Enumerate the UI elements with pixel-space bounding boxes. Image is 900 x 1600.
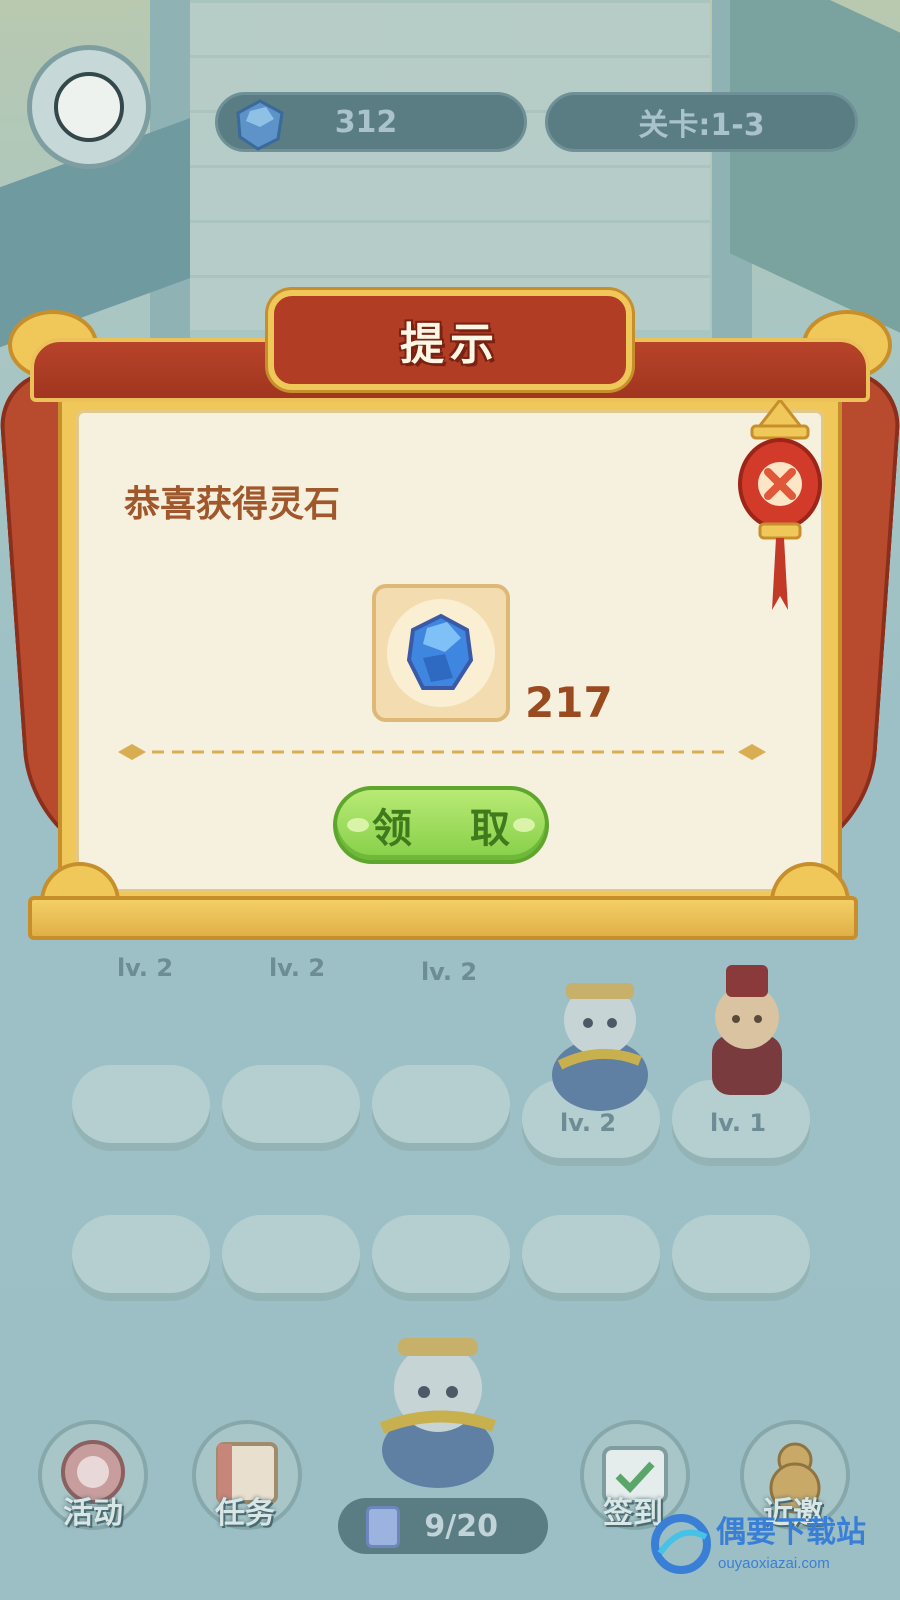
cat-guard-character[interactable] [692,955,802,1105]
avatar-face-icon [54,72,124,142]
card-icon [366,1506,400,1548]
leaf-decoration [513,818,535,832]
merge-slot[interactable] [372,1215,510,1293]
merge-slot[interactable] [222,1065,360,1143]
ornamental-divider [118,744,766,760]
stone-wall [190,0,710,330]
progress-text: 9/20 [424,1508,498,1544]
player-avatar[interactable] [27,45,151,169]
spirit-stone-icon [406,613,474,690]
site-watermark: 偶要下载站 ouyaoxiazai.com [650,1505,890,1585]
cat-official-character[interactable] [540,965,660,1115]
watermark-url: ouyaoxiazai.com [718,1555,830,1572]
merge-slot[interactable] [522,1215,660,1293]
merge-slot[interactable] [372,1065,510,1143]
merge-slot[interactable] [222,1215,360,1293]
level-indicator: 关卡:1-3 [545,92,858,152]
watermark-title: 偶要下载站 [716,1515,866,1550]
activity-label: 活动 [63,1496,123,1531]
watermark-logo-icon [651,1514,711,1574]
merge-slot[interactable] [72,1065,210,1143]
lantern-close-icon [738,397,822,610]
gem-count: 312 [334,104,398,140]
reward-dialog: 提示 恭喜获得灵石 217 领 取 [0,290,900,970]
title-plaque: 提示 [268,290,632,390]
dialog-base [28,896,858,940]
leaf-decoration [347,818,369,832]
summon-cat-character[interactable] [368,1310,508,1490]
close-button[interactable] [732,397,828,620]
reward-item-tile [372,584,510,722]
slot-level-label: lv. 1 [709,1109,767,1137]
claim-button[interactable]: 领 取 [333,786,549,864]
reward-message: 恭喜获得灵石 [124,484,341,525]
task-label: 任务 [215,1496,275,1531]
claim-button-label: 领 取 [372,806,532,852]
level-text: 关卡:1-3 [638,108,765,143]
summon-progress: 9/20 [338,1498,548,1554]
gem-icon [236,99,284,151]
dialog-title: 提示 [400,319,500,370]
merge-slot[interactable] [672,1215,810,1293]
gem-counter: 312 [215,92,527,152]
slot-level-label: lv. 2 [559,1109,617,1137]
merge-slot[interactable] [72,1215,210,1293]
reward-amount: 217 [525,678,613,727]
